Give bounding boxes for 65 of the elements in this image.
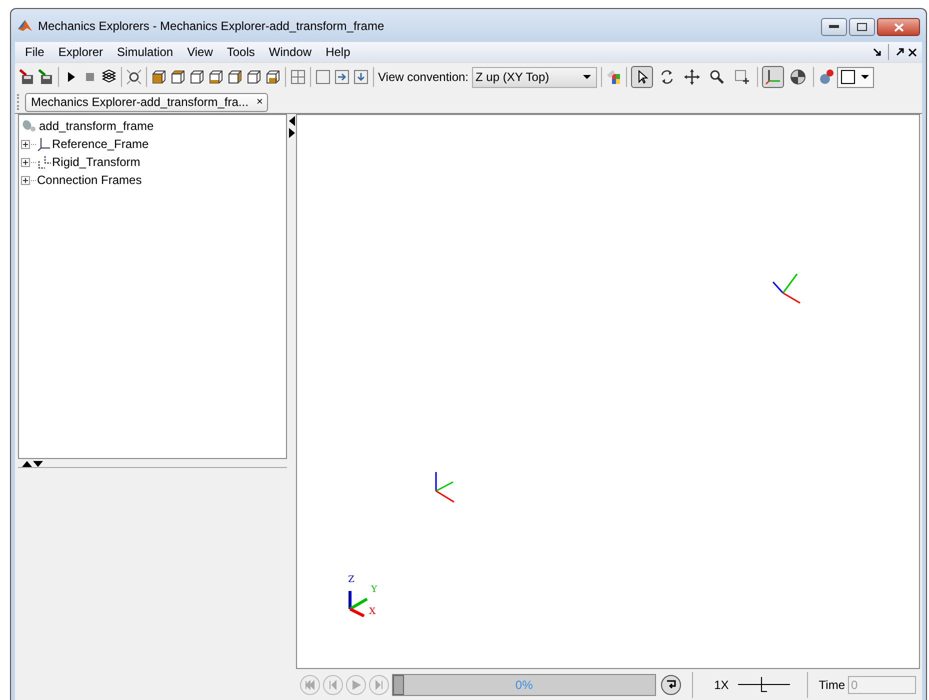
split-right-icon[interactable]	[334, 69, 350, 85]
minimize-icon[interactable]	[829, 25, 839, 29]
undock-icon[interactable]	[873, 48, 881, 56]
expand-toggle[interactable]	[21, 140, 30, 148]
3d-viewport[interactable]: Z Y X	[296, 114, 920, 669]
split-down-icon[interactable]	[353, 69, 369, 85]
menu-item[interactable]: Explorer	[53, 45, 108, 59]
tree-item[interactable]: Rigid_Transform	[52, 155, 140, 169]
fit-view-icon[interactable]	[126, 69, 142, 85]
menu-item[interactable]: View	[182, 45, 218, 59]
splitter-arrows-icon[interactable]	[22, 461, 44, 467]
coordinate-frame-drawing	[434, 471, 456, 503]
cube-view-icon[interactable]	[208, 69, 224, 85]
expand-toggle[interactable]	[21, 158, 30, 166]
single-layout-icon[interactable]	[315, 69, 331, 85]
tree-item[interactable]: Connection Frames	[37, 173, 142, 187]
axis-label: X	[369, 608, 376, 617]
logo-icon	[17, 18, 33, 34]
view-convention-label: View convention:	[378, 70, 469, 84]
transform-icon	[37, 155, 51, 169]
close-button[interactable]	[877, 18, 920, 36]
menu-item[interactable]: Window	[264, 45, 317, 59]
cube-view-icon[interactable]	[265, 69, 281, 85]
caret-icon[interactable]	[582, 74, 591, 80]
progress-label: 0%	[515, 678, 533, 692]
close-icon[interactable]	[908, 48, 917, 56]
menu-item[interactable]: Tools	[222, 45, 260, 59]
cube-view-icon[interactable]	[189, 69, 205, 85]
stack-icon[interactable]	[101, 69, 117, 85]
save-icon[interactable]	[38, 69, 54, 85]
frame-icon	[37, 137, 51, 151]
cube-view-icon[interactable]	[227, 69, 243, 85]
expand-toggle[interactable]	[21, 176, 30, 184]
loop-button[interactable]	[661, 674, 682, 694]
model-icon	[21, 119, 37, 133]
maximize-icon[interactable]	[857, 23, 867, 31]
tree-item[interactable]: add_transform_frame	[39, 119, 154, 133]
cube-view-icon[interactable]	[246, 69, 262, 85]
axis-label: Z	[348, 576, 354, 585]
tab-close-button[interactable]: ×	[256, 96, 263, 108]
color-palette-icon[interactable]	[606, 69, 622, 85]
open-icon[interactable]	[19, 69, 35, 85]
caret-icon[interactable]	[860, 74, 869, 80]
loop-icon[interactable]	[666, 680, 676, 690]
collapse-arrows-icon[interactable]	[288, 116, 295, 138]
progress-thumb[interactable]	[393, 674, 404, 694]
menu-item[interactable]: Simulation	[112, 45, 178, 59]
cube-view-icon[interactable]	[170, 69, 186, 85]
coordinate-frame-drawing	[771, 273, 802, 305]
cube-view-icon[interactable]	[151, 69, 167, 85]
axis-label: Y	[371, 586, 378, 595]
view-convention-dropdown[interactable]: Z up (XY Top)	[472, 66, 597, 88]
time-label: Time	[818, 678, 845, 692]
window-title: Mechanics Explorers - Mechanics Explorer-add_transform_frame	[38, 18, 384, 32]
grid-layout-icon[interactable]	[290, 69, 306, 85]
menu-item[interactable]: Help	[320, 45, 356, 59]
document-tab[interactable]: Mechanics Explorer-add_transform_fra... ×	[25, 92, 268, 112]
menu-item[interactable]: File	[20, 45, 50, 59]
maximize-button[interactable]	[849, 18, 875, 36]
minimize-button[interactable]	[821, 18, 847, 36]
speed-thumb[interactable]	[761, 676, 768, 692]
dock-icon[interactable]	[896, 48, 904, 56]
background-color-dropdown[interactable]	[836, 66, 874, 88]
tree-item[interactable]: Reference_Frame	[52, 137, 149, 151]
speed-label: 1X	[714, 678, 729, 692]
